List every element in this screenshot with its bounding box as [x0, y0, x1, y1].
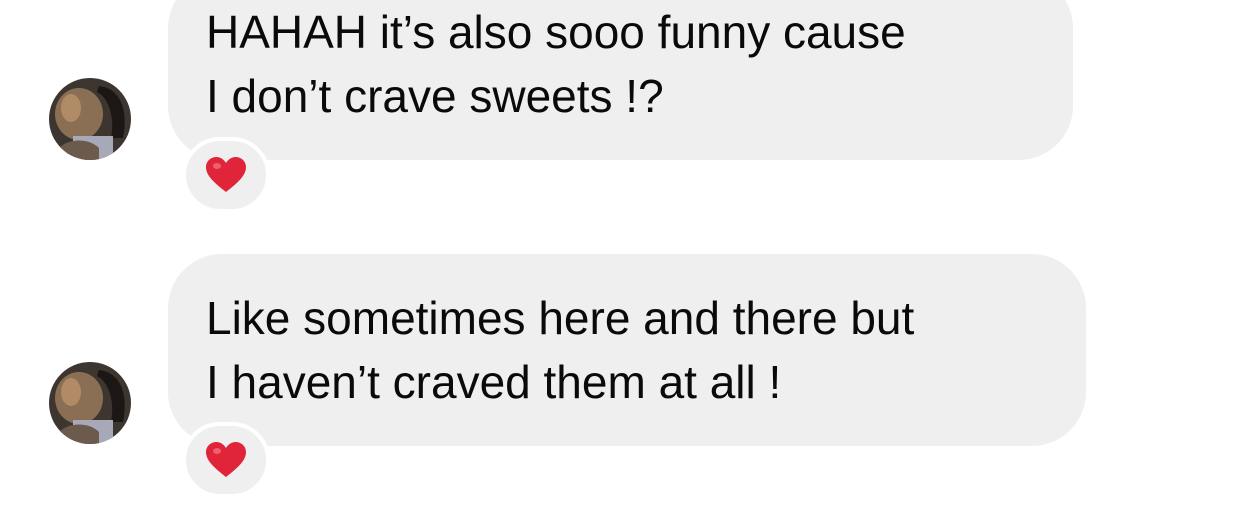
message-text-line: I haven’t craved them at all ! — [206, 356, 782, 408]
message-text-line: Like sometimes here and there but — [206, 292, 915, 344]
avatar-photo — [49, 78, 131, 160]
red-heart-icon — [206, 442, 246, 477]
avatar-photo — [49, 362, 131, 444]
message-text-line: HAHAH it’s also sooo funny cause — [206, 6, 906, 58]
message-text-line: I don’t crave sweets !? — [206, 70, 664, 122]
reaction-badge[interactable] — [182, 137, 270, 213]
message-bubble[interactable]: Like sometimes here and there but I have… — [168, 254, 1086, 446]
avatar[interactable] — [49, 78, 131, 160]
reaction-badge[interactable] — [182, 422, 270, 498]
message-thread: HAHAH it’s also sooo funny cause I don’t… — [0, 0, 1242, 515]
message-bubble[interactable]: HAHAH it’s also sooo funny cause I don’t… — [168, 0, 1073, 160]
avatar[interactable] — [49, 362, 131, 444]
red-heart-icon — [206, 157, 246, 192]
